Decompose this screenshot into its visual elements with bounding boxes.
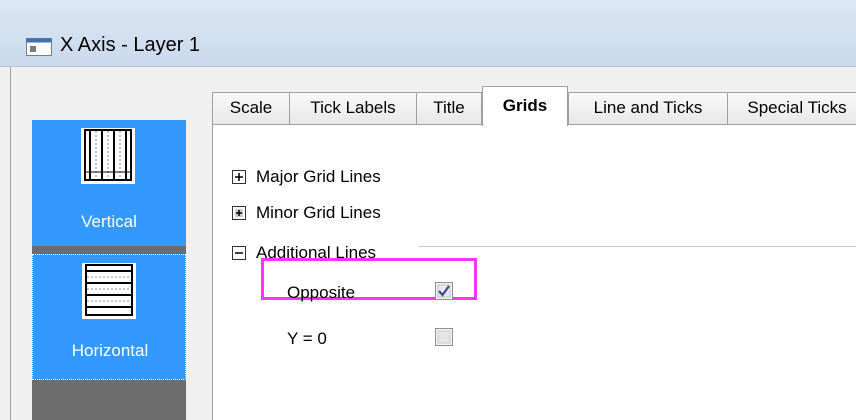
nav-item-vertical[interactable]: Vertical xyxy=(32,120,186,246)
tab-scale[interactable]: Scale xyxy=(212,92,290,124)
minus-expander-icon[interactable] xyxy=(232,246,246,260)
tab-strip: Scale Tick Labels Title Grids Line and T… xyxy=(212,86,856,126)
grids-panel: Major Grid Lines Minor Grid Lines Additi… xyxy=(212,124,856,420)
mixed-expander-icon[interactable] xyxy=(232,206,246,220)
axis-navigator: Vertical Horizontal xyxy=(32,120,186,420)
nav-label-horizontal: Horizontal xyxy=(71,341,149,360)
tab-grids[interactable]: Grids xyxy=(482,86,568,126)
title-bar[interactable]: X Axis - Layer 1 xyxy=(0,0,856,67)
nav-item-horizontal[interactable]: Horizontal xyxy=(32,254,186,380)
tab-tick-labels[interactable]: Tick Labels xyxy=(289,92,417,124)
dialog-window: X Axis - Layer 1 Vertical Horizontal Sca… xyxy=(0,0,856,420)
opposite-label: Opposite xyxy=(287,283,356,302)
major-grid-lines-label: Major Grid Lines xyxy=(256,167,381,186)
vertical-grid-icon xyxy=(81,128,135,184)
minor-grid-lines-label: Minor Grid Lines xyxy=(256,203,381,222)
tab-line-and-ticks[interactable]: Line and Ticks xyxy=(568,92,728,124)
tab-special-ticks[interactable]: Special Ticks xyxy=(727,92,856,124)
plus-expander-icon[interactable] xyxy=(232,170,246,184)
group-divider xyxy=(419,246,856,247)
opposite-checkbox[interactable] xyxy=(435,282,453,300)
tab-title[interactable]: Title xyxy=(416,92,482,124)
window-title: X Axis - Layer 1 xyxy=(60,34,201,56)
nav-label-vertical: Vertical xyxy=(81,212,137,231)
horizontal-grid-icon xyxy=(82,263,136,319)
y-zero-label: Y = 0 xyxy=(287,329,327,348)
window-icon xyxy=(26,38,52,56)
y-zero-checkbox[interactable] xyxy=(435,328,453,346)
